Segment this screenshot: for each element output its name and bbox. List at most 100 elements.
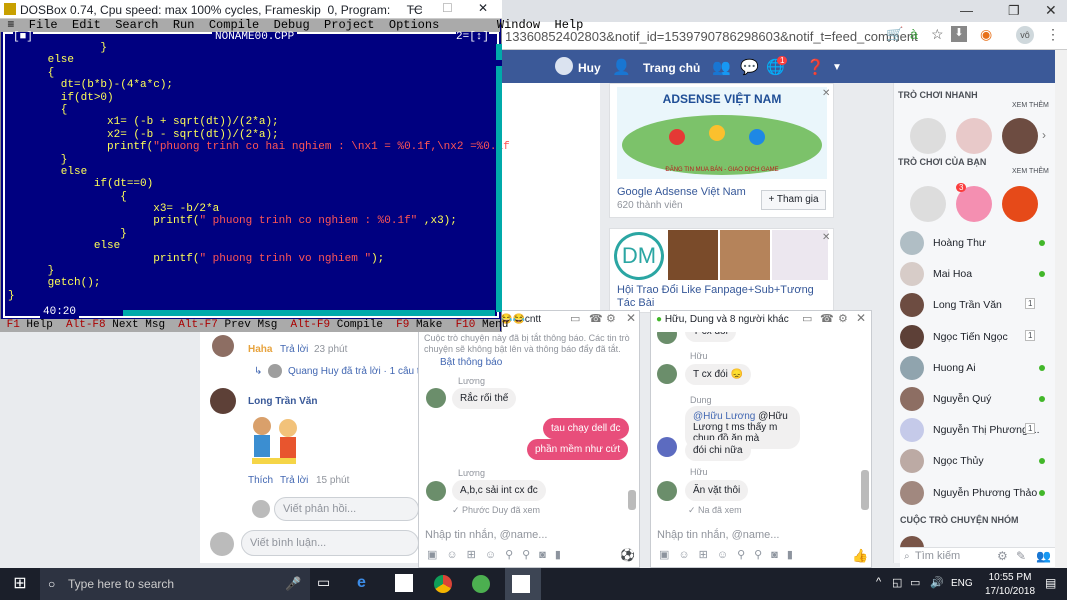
language-indicator[interactable]: ENG: [951, 578, 973, 589]
chat-toolbar-icons[interactable]: ▣☺⊞☺⚲⚲◙▮: [427, 548, 570, 561]
editor-hscroll-thumb[interactable]: [115, 310, 123, 316]
translate-icon[interactable]: à: [910, 26, 918, 42]
contact-row[interactable]: Ngọc Thủy: [894, 447, 1054, 475]
download-icon[interactable]: ⬇: [951, 26, 967, 42]
windows-start-icon[interactable]: ⊞: [0, 568, 40, 600]
user-name-link[interactable]: Huy: [578, 61, 601, 75]
message-input[interactable]: Nhập tin nhắn, @name...: [657, 529, 779, 541]
haha-reaction[interactable]: Haha: [248, 344, 272, 355]
soccer-game-icon[interactable]: ⚽: [620, 548, 635, 562]
commenter-name[interactable]: Long Trần Văn: [248, 396, 317, 407]
clock-date[interactable]: 17/10/2018: [980, 586, 1040, 597]
close-ad-icon[interactable]: ✕: [822, 88, 830, 99]
status-key[interactable]: F1: [7, 319, 20, 331]
message-bubble[interactable]: Rắc rối thế: [452, 388, 517, 409]
star-icon[interactable]: ☆: [931, 26, 944, 43]
status-label[interactable]: Next Msg: [112, 319, 165, 331]
volume-icon[interactable]: 🔊: [930, 576, 944, 589]
user-avatar[interactable]: [555, 57, 573, 75]
chat-title[interactable]: ● Hữu, Dung và 8 người khác: [656, 314, 789, 325]
close-chat-icon[interactable]: ✕: [856, 311, 866, 325]
like-thumb-icon[interactable]: 👍: [852, 548, 868, 564]
reply-input[interactable]: Viết phản hồi...: [274, 497, 419, 521]
code-line[interactable]: }: [8, 42, 496, 54]
dosbox-titlebar[interactable]: DOSBox 0.74, Cpu speed: max 100% cycles,…: [0, 0, 502, 19]
contact-row[interactable]: Nguyễn Thị Phương ... 1: [894, 416, 1054, 444]
code-line[interactable]: else: [8, 166, 496, 178]
edge-icon[interactable]: e: [357, 574, 366, 592]
like-link[interactable]: Thích: [248, 475, 273, 486]
message-bubble[interactable]: phần mềm như cứt: [527, 439, 629, 460]
home-link[interactable]: Trang chủ: [643, 61, 700, 75]
message-bubble[interactable]: đói chi nữa: [685, 440, 751, 461]
commenter-avatar[interactable]: [210, 388, 236, 414]
code-line[interactable]: }: [8, 228, 496, 240]
account-dropdown-icon[interactable]: ▼: [832, 62, 842, 73]
contact-row[interactable]: Nguyễn Quý: [894, 385, 1054, 413]
status-key[interactable]: Alt-F9: [291, 319, 331, 331]
minimize-icon[interactable]: —: [960, 3, 973, 18]
chat-scrollbar[interactable]: [628, 490, 636, 510]
editor-vscrollbar[interactable]: [496, 44, 502, 312]
dosbox-task-icon[interactable]: [512, 575, 530, 593]
game-thumb[interactable]: [910, 186, 946, 222]
message-input[interactable]: Nhập tin nhắn, @name...: [425, 529, 547, 541]
adsense-banner[interactable]: ADSENSE VIỆT NAM ĐĂNG TIN MUA BÁN - GIAO …: [617, 87, 827, 179]
minimize-icon[interactable]: —: [410, 1, 422, 15]
sender-avatar[interactable]: [657, 481, 677, 501]
chat-search-input[interactable]: Tìm kiếm: [915, 550, 960, 562]
page-scrollbar[interactable]: [1055, 50, 1067, 570]
status-key[interactable]: F9: [396, 319, 409, 331]
code-line[interactable]: }: [8, 265, 496, 277]
contact-row[interactable]: Hoàng Thư: [894, 229, 1054, 257]
video-call-icon[interactable]: ▭: [802, 312, 812, 325]
sender-avatar[interactable]: [426, 388, 446, 408]
status-label[interactable]: Make: [416, 319, 442, 331]
code-line[interactable]: x2= (-b - sqrt(dt))/(2*a);: [8, 129, 496, 141]
tray-chevron-icon[interactable]: ^: [876, 576, 881, 588]
message-bubble[interactable]: Ăn vặt thôi: [685, 480, 749, 501]
taskbar-search[interactable]: ○ Type here to search: [40, 568, 310, 600]
gear-icon[interactable]: ⚙: [606, 312, 616, 325]
game-thumb[interactable]: [910, 118, 946, 154]
code-line[interactable]: {: [8, 104, 496, 116]
cart-icon[interactable]: 🛒: [886, 26, 903, 43]
code-line[interactable]: printf(" phuong trinh co nghiem : %0.1f"…: [8, 215, 496, 227]
clock-time[interactable]: 10:55 PM: [980, 572, 1040, 583]
compose-icon[interactable]: ✎: [1016, 549, 1026, 563]
message-bubble[interactable]: A,b,c sải int cx đc: [452, 480, 546, 501]
task-view-icon[interactable]: ▭: [317, 574, 330, 591]
code-line[interactable]: else: [8, 240, 496, 252]
network-icon[interactable]: ◱: [892, 576, 902, 589]
code-line[interactable]: if(dt==0): [8, 178, 496, 190]
code-line[interactable]: printf(" phuong trinh vo nghiem ");: [8, 253, 496, 265]
restore-icon[interactable]: ❐: [1008, 3, 1020, 19]
contact-row[interactable]: Ngọc Tiến Ngọc 1: [894, 323, 1054, 351]
close-ad-icon[interactable]: ✕: [822, 232, 830, 243]
code-line[interactable]: }: [8, 154, 496, 166]
code-line[interactable]: x1= (-b + sqrt(dt))/(2*a);: [8, 116, 496, 128]
extension-icon[interactable]: ◉: [980, 26, 992, 43]
phone-call-icon[interactable]: ☎: [589, 312, 603, 325]
chrome-icon[interactable]: [434, 575, 452, 593]
contact-row[interactable]: Huong Ai: [894, 354, 1054, 382]
microphone-icon[interactable]: 🎤: [285, 576, 301, 592]
contact-row[interactable]: Nguyễn Phương Thảo: [894, 479, 1054, 507]
editor-vscroll-thumb[interactable]: [496, 60, 502, 66]
code-line[interactable]: getch();: [8, 277, 496, 289]
status-label[interactable]: Help: [26, 319, 52, 331]
chrome-menu-icon[interactable]: ⋮: [1046, 26, 1060, 43]
code-line[interactable]: dt=(b*b)-(4*a*c);: [8, 79, 496, 91]
video-call-icon[interactable]: ▭: [570, 312, 580, 325]
status-label[interactable]: Prev Msg: [224, 319, 277, 331]
message-bubble[interactable]: tau chạy dell đc: [543, 418, 629, 439]
sender-avatar[interactable]: [426, 481, 446, 501]
sender-avatar[interactable]: [657, 364, 677, 384]
chat-scrollbar[interactable]: [861, 470, 869, 510]
status-key[interactable]: F10: [456, 319, 476, 331]
game-thumb[interactable]: [1002, 118, 1038, 154]
contact-row[interactable]: Mai Hoa: [894, 260, 1054, 288]
close-window-icon[interactable]: ✕: [1045, 2, 1057, 19]
battery-icon[interactable]: ▭: [910, 576, 920, 589]
gear-icon[interactable]: ⚙: [838, 312, 848, 325]
